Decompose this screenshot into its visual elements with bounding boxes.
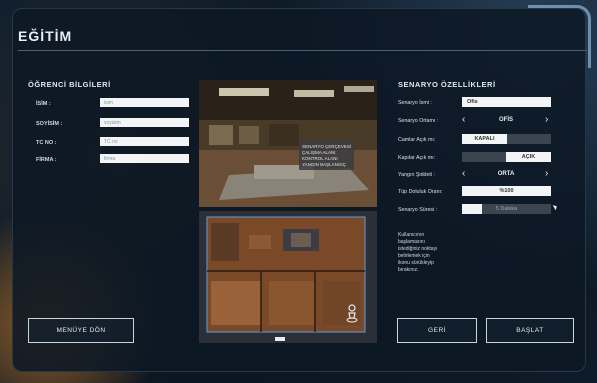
fire-value: ORTA: [497, 171, 515, 177]
overlay-line-2: ÇALIŞMA ALANI: [302, 150, 336, 155]
duration-label: Senaryo Süresi :: [398, 207, 438, 213]
scenario-section-title: SENARYO ÖZELLİKLERİ: [398, 80, 496, 89]
scenario-3d-preview: SENARYO ÇERÇEVESİ ÇALIŞMA ALANI KONTROL …: [199, 80, 377, 207]
fire-prev-arrow-icon[interactable]: ‹: [462, 169, 465, 179]
name-label: İSİM :: [36, 101, 51, 107]
start-point-help-text: Kullanıcının başlamasını istediğiniz nok…: [398, 232, 438, 273]
tc-label: TC NO :: [36, 140, 57, 146]
fire-label: Yangın Şiddeti :: [398, 172, 436, 178]
company-input[interactable]: firma: [100, 154, 189, 163]
windows-toggle-value[interactable]: KAPALI: [462, 134, 507, 144]
env-prev-arrow-icon[interactable]: ‹: [462, 115, 465, 125]
floor-plan-map[interactable]: [199, 211, 377, 343]
back-button[interactable]: GERİ: [397, 318, 477, 343]
company-label: FİRMA :: [36, 157, 57, 163]
surname-label: SOYİSİM :: [36, 121, 63, 127]
tc-input[interactable]: TC no: [100, 137, 189, 146]
corner-glow: [528, 5, 591, 68]
env-next-arrow-icon[interactable]: ›: [545, 115, 548, 125]
start-point-person-icon[interactable]: [345, 303, 359, 323]
duration-slider-handle[interactable]: [462, 204, 482, 214]
scenario-env-label: Senaryo Ortamı :: [398, 118, 439, 124]
tube-fill-label: Tüp Doluluk Oranı:: [398, 189, 443, 195]
start-button[interactable]: BAŞLAT: [486, 318, 574, 343]
menu-button[interactable]: MENÜYE DÖN: [28, 318, 134, 343]
fire-next-arrow-icon[interactable]: ›: [545, 169, 548, 179]
tube-fill-input[interactable]: %100: [462, 186, 551, 196]
scenario-name-input[interactable]: Ofis: [462, 97, 551, 107]
page-title: EĞİTİM: [18, 28, 73, 44]
title-divider: [18, 50, 587, 51]
scenario-name-label: Senaryo İsmi :: [398, 100, 432, 106]
surname-input[interactable]: soyisim: [100, 118, 189, 127]
overlay-line-1: SENARYO ÇERÇEVESİ: [302, 143, 351, 149]
office-render: SENARYO ÇERÇEVESİ ÇALIŞMA ALANI KONTROL …: [199, 80, 377, 207]
windows-label: Camlar Açık mı:: [398, 137, 436, 143]
doors-toggle-value[interactable]: AÇIK: [506, 152, 551, 162]
floor-plan-drawing: [199, 211, 377, 343]
env-value: OFİS: [498, 117, 513, 123]
overlay-line-4: YANGIN BAŞLANGIÇ: [302, 162, 347, 167]
duration-value: 5 Dakika: [495, 206, 518, 212]
overlay-line-3: KONTROL ALANI: [302, 156, 338, 161]
doors-label: Kapılar Açık mı:: [398, 155, 436, 161]
student-section-title: ÖĞRENCİ BİLGİLERİ: [28, 80, 111, 89]
name-input[interactable]: isim: [100, 98, 189, 107]
